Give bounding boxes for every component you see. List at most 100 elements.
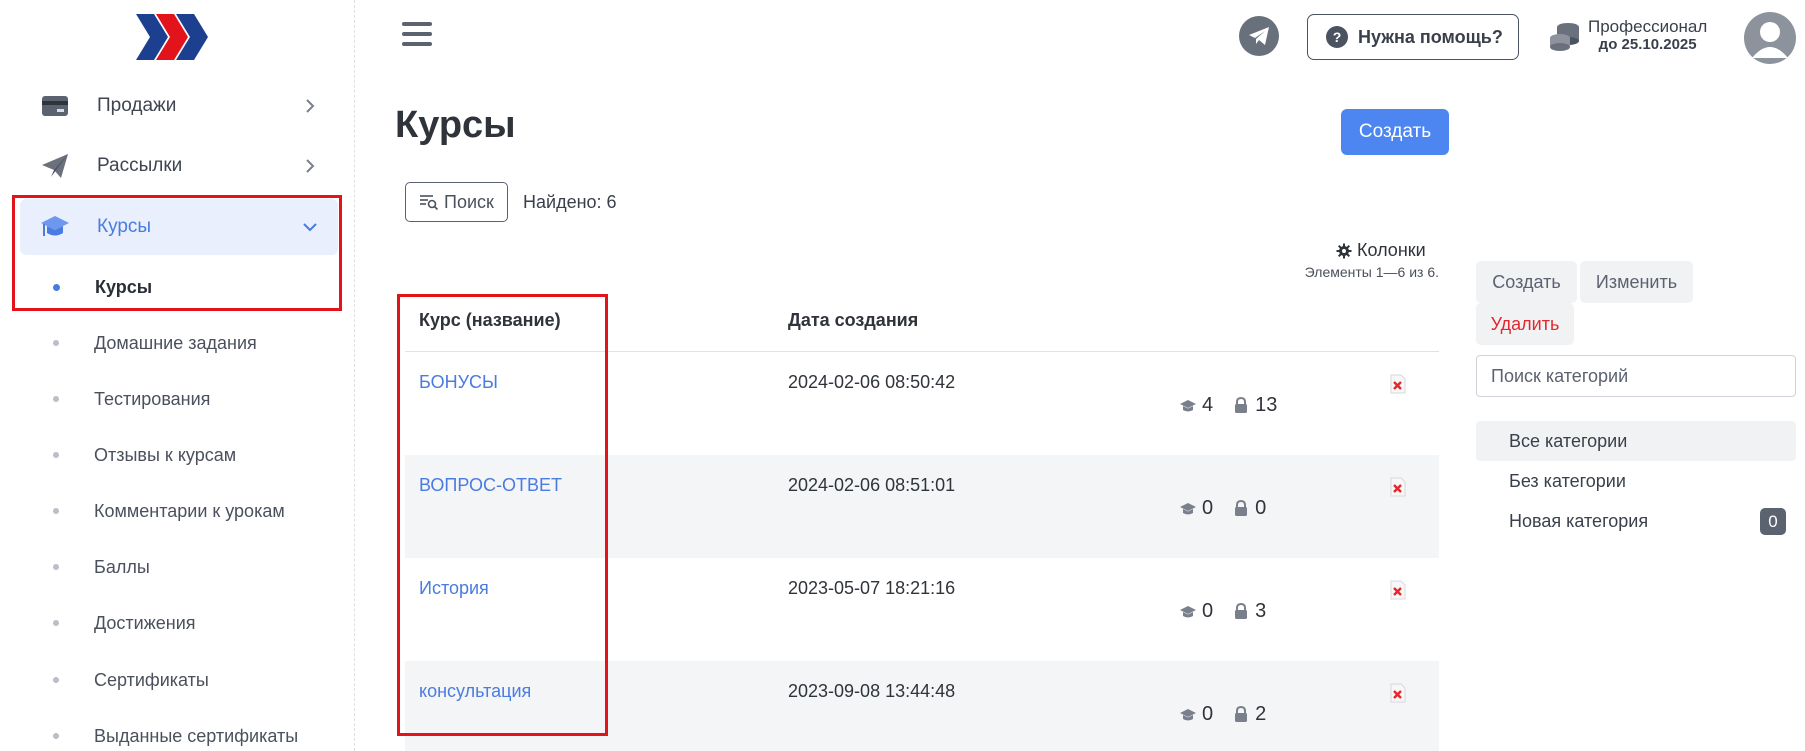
chevron-down-icon xyxy=(303,223,317,232)
category-search-input[interactable] xyxy=(1476,355,1796,397)
sidebar: Продажи Рассылки Курсы Курсы Домашние за… xyxy=(0,0,355,751)
submenu-label: Сертификаты xyxy=(94,669,209,690)
category-delete-button[interactable]: Удалить xyxy=(1476,303,1574,345)
menu-item-label: Рассылки xyxy=(97,155,183,176)
students-count: 0 xyxy=(1202,497,1214,519)
submenu-label: Отзывы к курсам xyxy=(94,444,237,465)
bullet xyxy=(53,283,60,291)
menu-item-mailings[interactable]: Рассылки xyxy=(20,138,338,194)
creation-date: 2024-02-06 08:50:42 xyxy=(788,372,956,392)
bullet xyxy=(53,452,59,458)
delete-icon[interactable] xyxy=(1389,374,1407,394)
delete-icon[interactable] xyxy=(1389,580,1407,600)
course-title-link[interactable]: консультация xyxy=(419,681,531,702)
submenu-item-comments[interactable]: Комментарии к урокам xyxy=(20,491,338,531)
category-label: Новая категория xyxy=(1509,510,1649,531)
creation-date: 2024-02-06 08:51:01 xyxy=(788,475,956,495)
bullet xyxy=(53,340,59,346)
column-header-title[interactable]: Курс (название) xyxy=(419,310,561,331)
credit-card-icon xyxy=(40,91,70,121)
students-icon xyxy=(1178,706,1198,724)
lock-icon xyxy=(1231,500,1251,518)
bullet xyxy=(53,508,59,514)
course-title-link[interactable]: ВОПРОС-ОТВЕТ xyxy=(419,475,562,496)
submenu-item-issued-certificates[interactable]: Выданные сертификаты xyxy=(20,716,338,751)
search-button-label: Поиск xyxy=(444,191,494,212)
search-filter-icon xyxy=(420,195,439,210)
lock-icon xyxy=(1231,397,1251,415)
pagination-summary: Элементы 1—6 из 6. xyxy=(1304,264,1439,280)
menu-item-sales[interactable]: Продажи xyxy=(20,78,338,134)
page-title: Курсы xyxy=(395,104,516,146)
submenu-item-homework[interactable]: Домашние задания xyxy=(20,323,338,363)
submenu-label: Курсы xyxy=(95,276,153,297)
user-icon xyxy=(1752,22,1788,58)
logo[interactable] xyxy=(136,14,212,60)
submenu-item-points[interactable]: Баллы xyxy=(20,547,338,587)
submenu-label: Достижения xyxy=(94,612,196,633)
columns-button[interactable]: Колонки xyxy=(1336,240,1426,261)
submenu-label: Тестирования xyxy=(94,388,211,409)
submenu-label: Домашние задания xyxy=(94,332,257,353)
create-course-button[interactable]: Создать xyxy=(1341,109,1449,155)
help-button[interactable]: ? Нужна помощь? xyxy=(1307,14,1519,60)
coins-icon xyxy=(1550,22,1579,51)
course-title-link[interactable]: БОНУСЫ xyxy=(419,372,498,393)
students-count: 4 xyxy=(1202,394,1214,416)
bullet xyxy=(53,396,59,402)
menu-item-courses[interactable]: Курсы xyxy=(20,199,338,255)
table-row: консультация 2023-09-08 13:44:48 0 2 xyxy=(405,661,1439,751)
locked-count: 3 xyxy=(1255,600,1267,622)
table-row: История 2023-05-07 18:21:16 0 3 xyxy=(405,558,1439,661)
plan-info[interactable]: Профессионал до 25.10.2025 xyxy=(1548,17,1708,53)
plan-name: Профессионал xyxy=(1588,17,1708,36)
students-icon xyxy=(1178,603,1198,621)
table-row: ВОПРОС-ОТВЕТ 2024-02-06 08:51:01 0 0 xyxy=(405,455,1439,558)
paper-plane-icon xyxy=(40,151,70,181)
submenu-item-achievements[interactable]: Достижения xyxy=(20,603,338,643)
students-icon xyxy=(1178,397,1198,415)
chevron-right-icon xyxy=(306,159,315,173)
columns-label: Колонки xyxy=(1357,240,1426,260)
help-button-label: Нужна помощь? xyxy=(1358,26,1503,47)
creation-date: 2023-05-07 18:21:16 xyxy=(788,578,956,598)
students-count: 0 xyxy=(1202,600,1214,622)
course-stats: 0 3 xyxy=(1178,600,1266,623)
graduation-cap-icon xyxy=(40,212,70,242)
column-header-date[interactable]: Дата создания xyxy=(788,310,918,331)
table-row: БОНУСЫ 2024-02-06 08:50:42 4 13 xyxy=(405,352,1439,455)
category-item-uncategorized[interactable]: Без категории xyxy=(1476,461,1796,501)
category-label: Без категории xyxy=(1509,470,1626,491)
question-icon: ? xyxy=(1326,26,1348,48)
locked-count: 13 xyxy=(1255,394,1278,416)
lock-icon xyxy=(1231,603,1251,621)
course-stats: 0 0 xyxy=(1178,497,1266,520)
submenu-item-tests[interactable]: Тестирования xyxy=(20,379,338,419)
lock-icon xyxy=(1231,706,1251,724)
category-item-all[interactable]: Все категории xyxy=(1476,421,1796,461)
delete-icon[interactable] xyxy=(1389,683,1407,703)
gear-icon xyxy=(1336,243,1352,258)
chevron-right-icon xyxy=(306,99,315,113)
delete-icon[interactable] xyxy=(1389,477,1407,497)
table-header: Курс (название) Дата создания xyxy=(405,296,1439,352)
submenu-label: Баллы xyxy=(94,556,150,577)
hamburger-menu-icon[interactable] xyxy=(402,22,432,50)
search-button[interactable]: Поиск xyxy=(405,182,508,222)
bullet xyxy=(53,620,59,626)
submenu-item-certificates[interactable]: Сертификаты xyxy=(20,660,338,700)
submenu-item-reviews[interactable]: Отзывы к курсам xyxy=(20,435,338,475)
menu-item-label: Продажи xyxy=(97,95,177,116)
creation-date: 2023-09-08 13:44:48 xyxy=(788,681,956,701)
plan-date: до 25.10.2025 xyxy=(1598,35,1697,53)
category-edit-button[interactable]: Изменить xyxy=(1580,261,1693,303)
category-create-button[interactable]: Создать xyxy=(1476,261,1577,303)
submenu-item-courses[interactable]: Курсы xyxy=(20,267,338,307)
locked-count: 0 xyxy=(1255,497,1267,519)
avatar[interactable] xyxy=(1744,12,1796,64)
course-title-link[interactable]: История xyxy=(419,578,489,599)
course-stats: 0 2 xyxy=(1178,703,1266,726)
category-item-new[interactable]: Новая категория 0 xyxy=(1476,501,1796,541)
telegram-icon[interactable] xyxy=(1239,16,1279,56)
locked-count: 2 xyxy=(1255,703,1267,725)
